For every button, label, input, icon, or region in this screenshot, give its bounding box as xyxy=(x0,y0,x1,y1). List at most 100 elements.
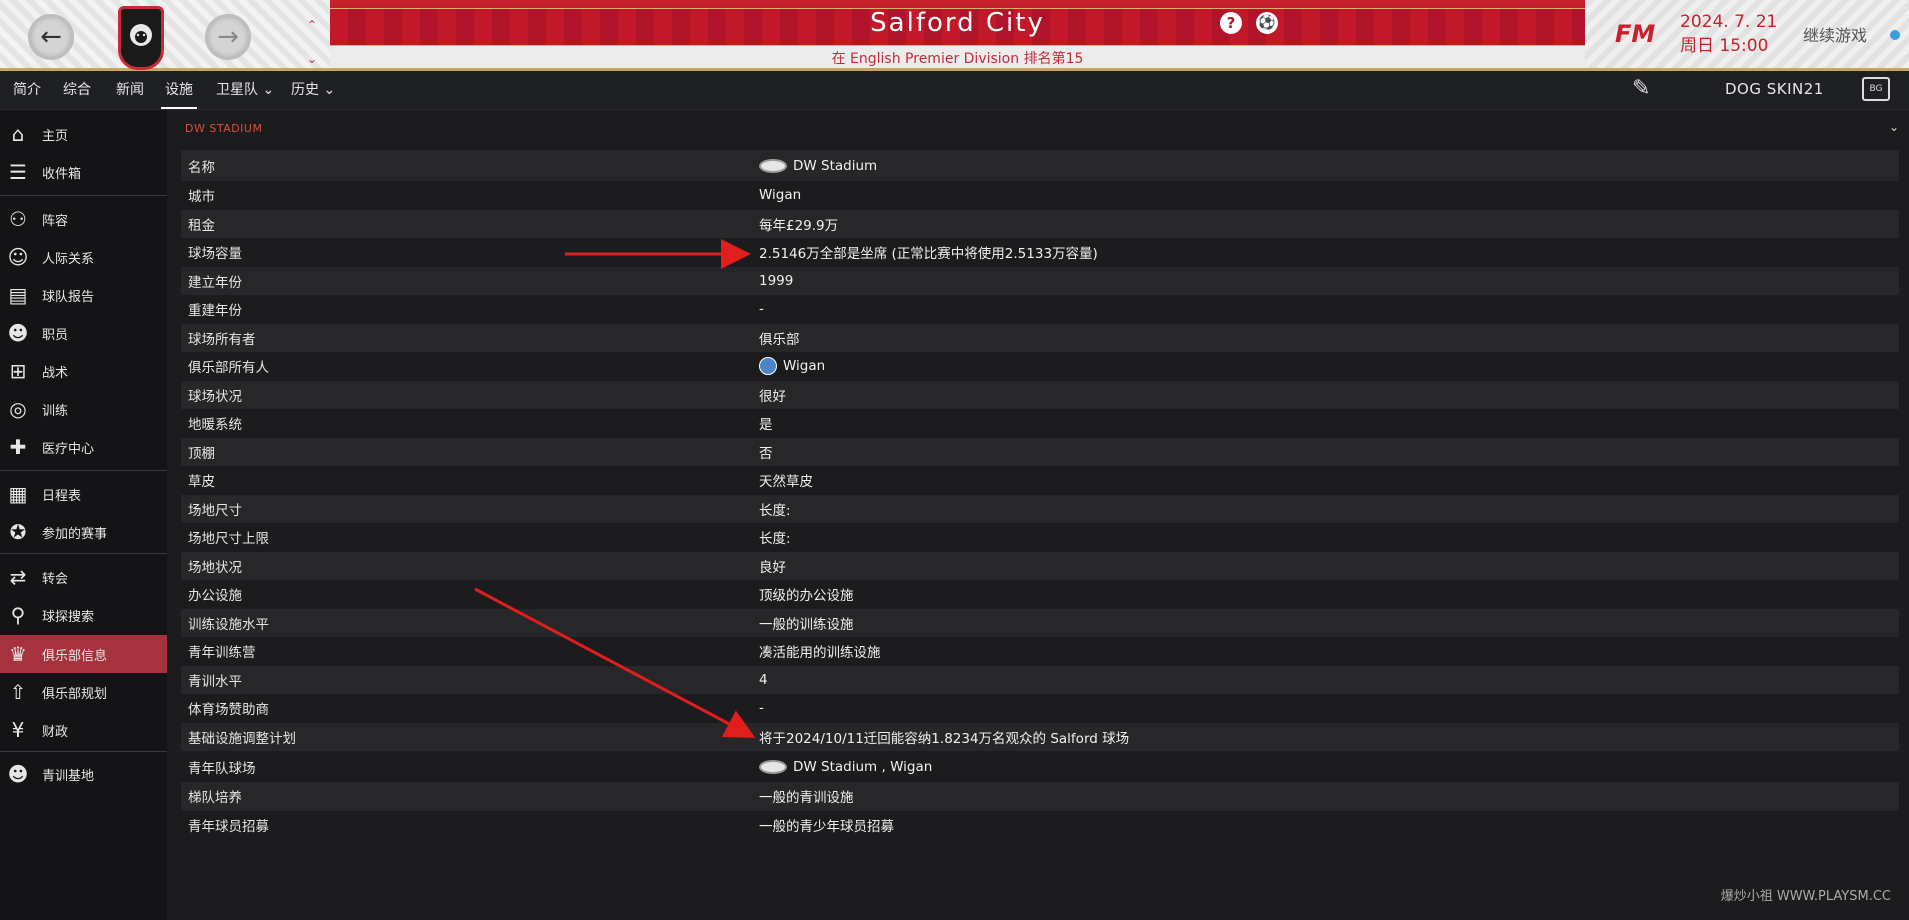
home-icon: ⌂ xyxy=(11,122,25,146)
table-row: 青年训练营 凑活能用的训练设施 xyxy=(181,637,1899,666)
competitions-icon: ✪ xyxy=(9,520,27,544)
main-content: DW STADIUM ⌄ 名称 DW Stadium 城市 Wigan 租金 每年£… xyxy=(172,110,1909,920)
sidebar-item-transfers[interactable]: ⇄ 转会 xyxy=(0,558,167,596)
row-label: 梯队培养 xyxy=(188,790,242,807)
table-row: 城市 Wigan xyxy=(181,181,1899,210)
sidebar-item-label: 收件箱 xyxy=(42,166,82,182)
stadium-icon xyxy=(759,158,787,173)
tab-general[interactable]: 综合 xyxy=(63,79,91,105)
row-label: 训练设施水平 xyxy=(188,616,269,633)
sidebar-item-label: 医疗中心 xyxy=(42,441,95,457)
sidebar-item-label: 参加的赛事 xyxy=(42,526,108,542)
table-row: 办公设施 顶级的办公设施 xyxy=(181,580,1899,609)
sidebar-item-relations[interactable]: ☺ 人际关系 xyxy=(0,238,167,276)
sidebar-item-home[interactable]: ⌂ 主页 xyxy=(0,115,167,153)
continue-button[interactable]: 继续游戏 xyxy=(1803,22,1867,46)
squad-icon: ⚇ xyxy=(9,207,27,231)
row-label: 青年训练营 xyxy=(188,645,256,662)
club-title[interactable]: Salford City xyxy=(330,8,1585,38)
table-row: 租金 每年£29.9万 xyxy=(181,209,1899,238)
scroll-arrows-icon[interactable]: ⌃ ⌄ xyxy=(307,8,317,76)
sidebar-item-staff[interactable]: ☻ 职员 xyxy=(0,314,167,352)
row-value: 良好 xyxy=(759,559,786,576)
league-position-text[interactable]: 在 English Premier Division 排名第15 xyxy=(330,48,1585,68)
sidebar-item-medical[interactable]: ✚ 医疗中心 xyxy=(0,428,167,466)
row-label: 青年球员招募 xyxy=(188,818,269,835)
bg-toggle-icon[interactable]: BG xyxy=(1862,77,1890,101)
wigan-crest-icon xyxy=(759,357,777,376)
sidebar-item-club-info[interactable]: ♛ 俱乐部信息 xyxy=(0,635,167,673)
arrow-right-icon: → xyxy=(217,22,239,52)
sidebar-item-label: 训练 xyxy=(42,403,69,419)
back-button[interactable]: ← xyxy=(28,14,74,60)
row-label: 球场状况 xyxy=(188,388,242,405)
owner-name[interactable]: Wigan xyxy=(783,358,825,374)
help-icon[interactable]: ? xyxy=(1220,12,1242,34)
tab-news[interactable]: 新闻 xyxy=(116,79,144,105)
row-label: 重建年份 xyxy=(188,303,242,320)
sidebar-item-team-report[interactable]: ▤ 球队报告 xyxy=(0,276,167,314)
fm-logo: FM xyxy=(1615,20,1656,48)
section-title: DW STADIUM xyxy=(185,122,263,135)
club-crest-icon[interactable] xyxy=(118,6,164,70)
row-label: 顶棚 xyxy=(188,445,215,462)
table-row: 场地尺寸 长度: xyxy=(181,494,1899,523)
youth-icon: ☻ xyxy=(7,762,29,786)
trophy-icon: ♛ xyxy=(9,642,27,666)
row-label: 租金 xyxy=(188,217,215,234)
sidebar-item-tactics[interactable]: ⊞ 战术 xyxy=(0,352,167,390)
tab-facilities[interactable]: 设施 xyxy=(161,79,197,109)
lion-icon xyxy=(130,24,152,46)
youth-stadium-name[interactable]: DW Stadium , Wigan xyxy=(793,759,932,775)
row-value: 4 xyxy=(759,671,768,688)
sidebar-item-youth[interactable]: ☻ 青训基地 xyxy=(0,755,167,793)
forward-button[interactable]: → xyxy=(205,14,251,60)
sidebar-item-finances[interactable]: ¥ 财政 xyxy=(0,711,167,749)
table-row: 名称 DW Stadium xyxy=(181,150,1899,181)
row-value[interactable]: Wigan xyxy=(759,357,825,376)
row-label: 球场容量 xyxy=(188,246,242,263)
row-value[interactable]: DW Stadium , Wigan xyxy=(759,759,932,775)
sidebar-item-label: 球队报告 xyxy=(42,289,95,305)
sidebar-item-scouting[interactable]: ⚲ 球探搜索 xyxy=(0,596,167,634)
chevron-down-icon[interactable]: ⌄ xyxy=(1889,120,1899,134)
sidebar-item-inbox[interactable]: ☰ 收件箱 xyxy=(0,153,167,191)
row-value: 天然草皮 xyxy=(759,474,813,491)
sidebar-item-training[interactable]: ◎ 训练 xyxy=(0,390,167,428)
row-value: - xyxy=(759,700,764,717)
sidebar-item-label: 财政 xyxy=(42,724,69,740)
row-value: 顶级的办公设施 xyxy=(759,588,854,605)
table-row: 地暖系统 是 xyxy=(181,409,1899,438)
main-nav: 简介 综合 新闻 设施 卫星队 ⌄ 历史 ⌄ ✎ DOG SKIN21 BG xyxy=(0,71,1909,110)
row-value: 很好 xyxy=(759,388,786,405)
calendar-icon: ▦ xyxy=(8,482,28,506)
stadium-icon xyxy=(759,759,787,774)
row-label: 基础设施调整计划 xyxy=(188,730,296,747)
row-value: 将于2024/10/11迁回能容纳1.8234万名观众的 Salford 球场 xyxy=(759,730,1130,747)
edit-icon[interactable]: ✎ xyxy=(1632,76,1650,101)
stadium-name[interactable]: DW Stadium xyxy=(793,158,877,174)
table-row: 场地状况 良好 xyxy=(181,551,1899,580)
table-row: 青训水平 4 xyxy=(181,665,1899,694)
tab-history[interactable]: 历史 ⌄ xyxy=(291,79,335,105)
sidebar-item-competitions[interactable]: ✪ 参加的赛事 xyxy=(0,513,167,551)
row-value[interactable]: DW Stadium xyxy=(759,158,877,174)
table-row: 球场状况 很好 xyxy=(181,380,1899,409)
row-value: 一般的训练设施 xyxy=(759,616,854,633)
row-label: 建立年份 xyxy=(188,274,242,291)
staff-icon: ☻ xyxy=(7,321,29,345)
status-dot-icon xyxy=(1890,30,1900,40)
ball-icon[interactable]: ⚽ xyxy=(1256,12,1278,34)
sidebar-divider xyxy=(0,195,167,196)
finance-icon: ¥ xyxy=(11,718,25,742)
row-value: 否 xyxy=(759,445,773,462)
tab-affiliates[interactable]: 卫星队 ⌄ xyxy=(216,79,274,105)
tab-overview[interactable]: 简介 xyxy=(13,79,41,105)
stadium-info-table: 名称 DW Stadium 城市 Wigan 租金 每年£29.9万 球场容量 2.5… xyxy=(181,150,1899,839)
row-value: 每年£29.9万 xyxy=(759,217,839,234)
sidebar-item-schedule[interactable]: ▦ 日程表 xyxy=(0,475,167,513)
table-row: 青年球员招募 一般的青少年球员招募 xyxy=(181,810,1899,839)
sidebar-item-club-vision[interactable]: ⇧ 俱乐部规划 xyxy=(0,673,167,711)
table-row: 基础设施调整计划 将于2024/10/11迁回能容纳1.8234万名观众的 Sal… xyxy=(181,722,1899,751)
sidebar-item-squad[interactable]: ⚇ 阵容 xyxy=(0,200,167,238)
